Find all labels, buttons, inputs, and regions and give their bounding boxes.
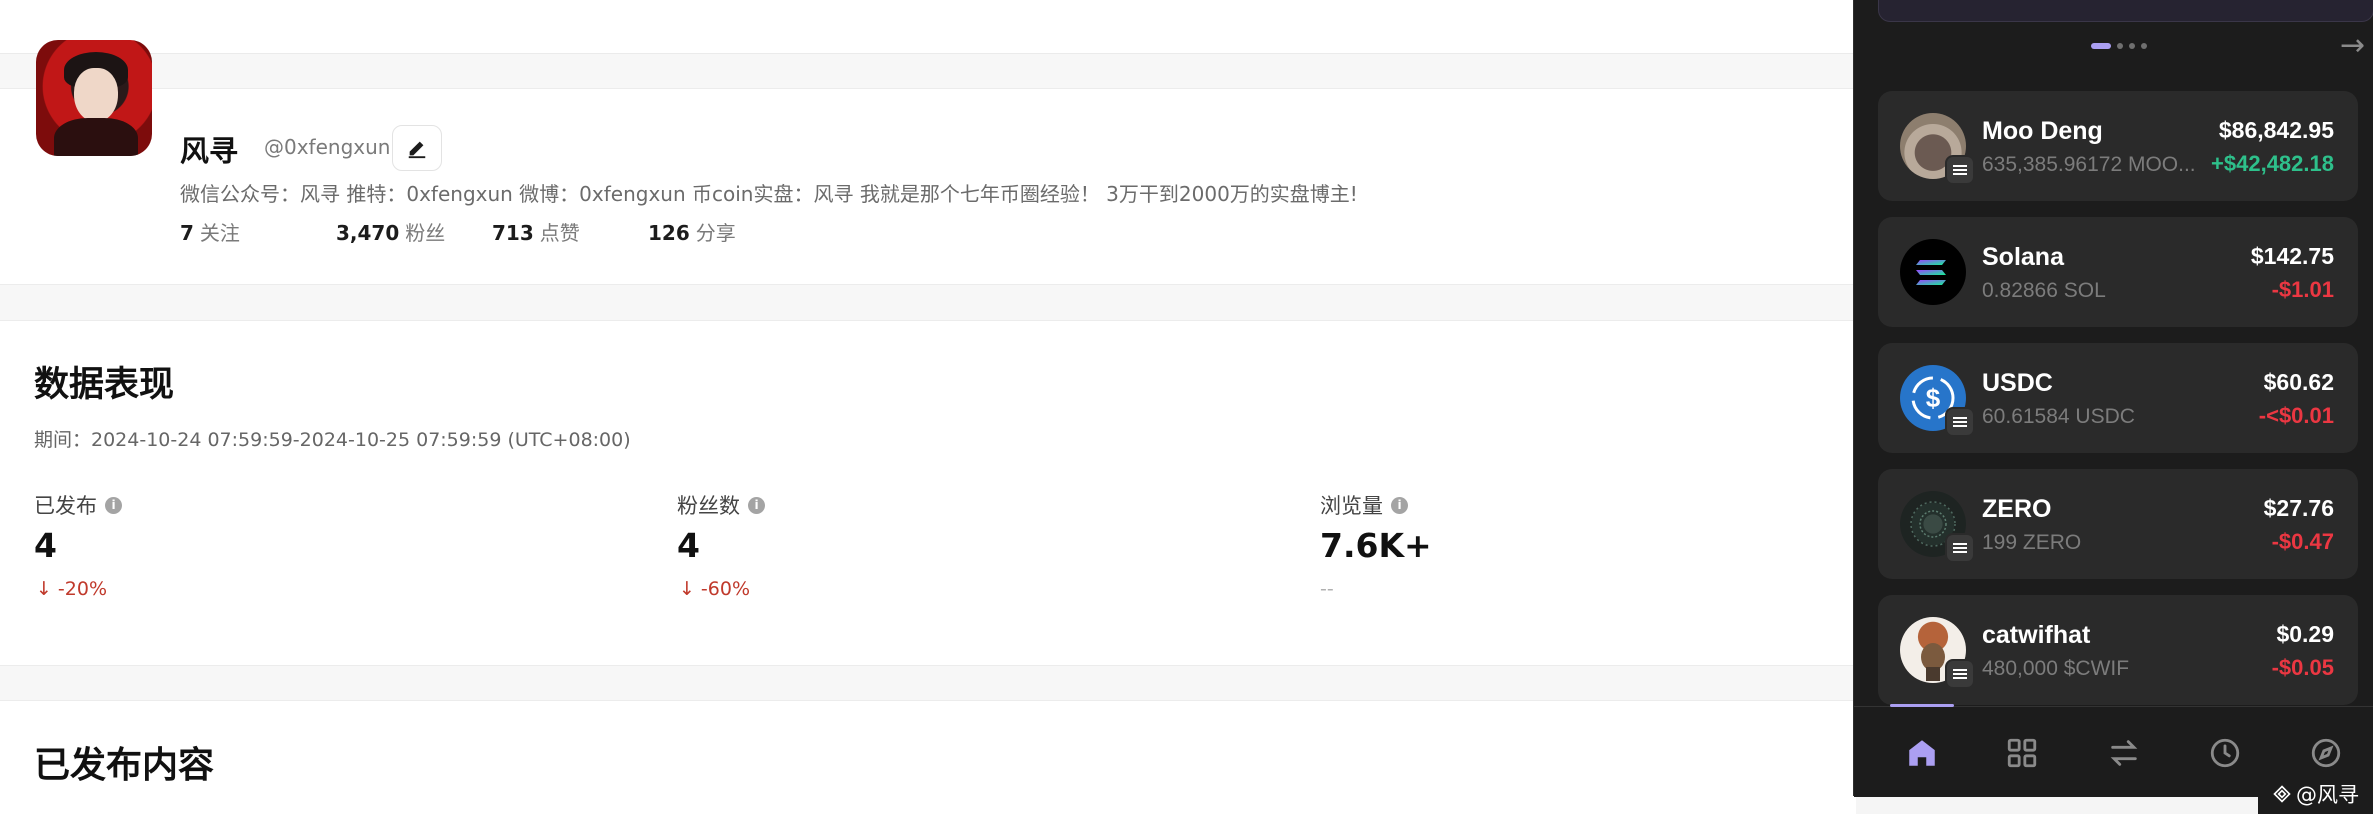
metric-published-delta-text: -20% [57,578,108,600]
metric-followers-value: 4 [677,526,700,565]
metric-views-label: 浏览量 i [1320,490,1408,520]
solana-chain-badge-icon [1945,659,1975,689]
performance-title: 数据表现 [34,365,175,405]
metric-published-value: 4 [34,526,57,565]
metric-published-label-text: 已发布 [34,494,97,518]
watermark: @风寻 [2258,774,2373,814]
profile-bio: 微信公众号：风寻 推特：0xfengxun 微博：0xfengxun 币coin… [180,182,1358,206]
apps-grid-icon[interactable] [2000,731,2044,775]
wallet-panel: → Moo Deng 635,385.96172 MOO... $86,842.… [1853,0,2373,797]
stat-followers[interactable]: 3,470 粉丝 [336,217,445,246]
info-icon[interactable]: i [1391,496,1408,514]
carousel-pager[interactable] [2091,43,2147,49]
stat-followers-value: 3,470 [336,221,400,245]
metric-views-label-text: 浏览量 [1320,494,1383,518]
metric-views-delta-text: -- [1320,578,1334,600]
token-name: USDC [1982,369,2053,397]
stat-likes[interactable]: 713 点赞 [492,217,580,246]
token-change: -$1.01 [2271,277,2334,302]
token-amount: 0.82866 SOL [1982,279,2106,302]
avatar[interactable] [36,40,152,156]
solana-logo-icon [1900,239,1966,305]
stat-followers-label: 粉丝 [405,221,446,245]
profile-name: 风寻 [180,134,239,168]
token-value: $86,842.95 [2218,117,2334,143]
metric-views-delta: -- [1320,578,1334,600]
edit-profile-button[interactable] [392,125,442,171]
solana-chain-badge-icon [1945,155,1975,185]
stat-shares[interactable]: 126 分享 [648,217,736,246]
token-name: Solana [1982,243,2064,271]
metric-published-label: 已发布 i [34,490,122,520]
metric-published-delta: ↓ -20% [36,578,107,600]
token-row-catwifhat[interactable]: catwifhat 480,000 $CWIF $0.29 -$0.05 [1878,595,2358,705]
token-change: -$0.05 [2271,655,2334,680]
nav-active-indicator [1890,704,1954,707]
history-clock-icon[interactable] [2203,731,2247,775]
stat-following[interactable]: 7 关注 [180,217,240,246]
top-strip [0,0,1856,54]
token-change: -$0.47 [2271,529,2334,554]
profile-handle: @0xfengxun [264,135,391,159]
token-name: Moo Deng [1982,117,2103,145]
info-icon[interactable]: i [105,496,122,514]
token-name: ZERO [1982,495,2052,523]
performance-card [0,320,1856,666]
token-change: -<$0.01 [2258,403,2334,428]
binance-logo-icon [2273,785,2291,803]
token-change: +$42,482.18 [2211,151,2334,176]
swap-icon[interactable] [2102,731,2146,775]
watermark-text: @风寻 [2296,783,2359,807]
metric-followers-delta-text: -60% [700,578,751,600]
performance-period: 期间：2024-10-24 07:59:59-2024-10-25 07:59:… [34,429,631,451]
arrow-right-icon[interactable]: → [2340,28,2365,63]
token-value: $0.29 [2276,621,2334,647]
token-row-solana[interactable]: Solana 0.82866 SOL $142.75 -$1.01 [1878,217,2358,327]
token-value: $142.75 [2250,243,2334,269]
info-icon[interactable]: i [748,496,765,514]
stat-shares-label: 分享 [695,221,736,245]
svg-text:$: $ [1926,383,1941,413]
metric-views-value: 7.6K+ [1320,526,1432,565]
token-row-usdc[interactable]: $ USDC 60.61584 USDC $60.62 -<$0.01 [1878,343,2358,453]
metric-followers-label-text: 粉丝数 [677,494,740,518]
published-card [0,700,1856,814]
token-amount: 60.61584 USDC [1982,405,2135,428]
profile-page: 风寻 @0xfengxun 微信公众号：风寻 推特：0xfengxun 微博：0… [0,0,1856,814]
explore-compass-icon[interactable] [2304,731,2348,775]
metric-followers-label: 粉丝数 i [677,490,765,520]
token-row-zero[interactable]: ZERO 199 ZERO $27.76 -$0.47 [1878,469,2358,579]
wallet-banner[interactable] [1878,0,2373,22]
token-value: $27.76 [2263,495,2334,521]
edit-pen-icon [408,141,426,159]
token-amount: 635,385.96172 MOO... [1982,153,2196,176]
stat-likes-label: 点赞 [539,221,580,245]
arrow-down-icon: ↓ [679,578,695,600]
token-value: $60.62 [2263,369,2334,395]
stat-shares-value: 126 [648,221,690,245]
stat-following-value: 7 [180,221,194,245]
stat-likes-value: 713 [492,221,534,245]
token-amount: 480,000 $CWIF [1982,657,2130,680]
home-icon[interactable] [1900,731,1944,775]
solana-chain-badge-icon [1945,407,1975,437]
metric-followers-delta: ↓ -60% [679,578,750,600]
published-title: 已发布内容 [34,745,215,786]
stat-following-label: 关注 [199,221,240,245]
arrow-down-icon: ↓ [36,578,52,600]
token-amount: 199 ZERO [1982,531,2082,554]
token-row-moo-deng[interactable]: Moo Deng 635,385.96172 MOO... $86,842.95… [1878,91,2358,201]
token-name: catwifhat [1982,621,2091,649]
solana-chain-badge-icon [1945,533,1975,563]
